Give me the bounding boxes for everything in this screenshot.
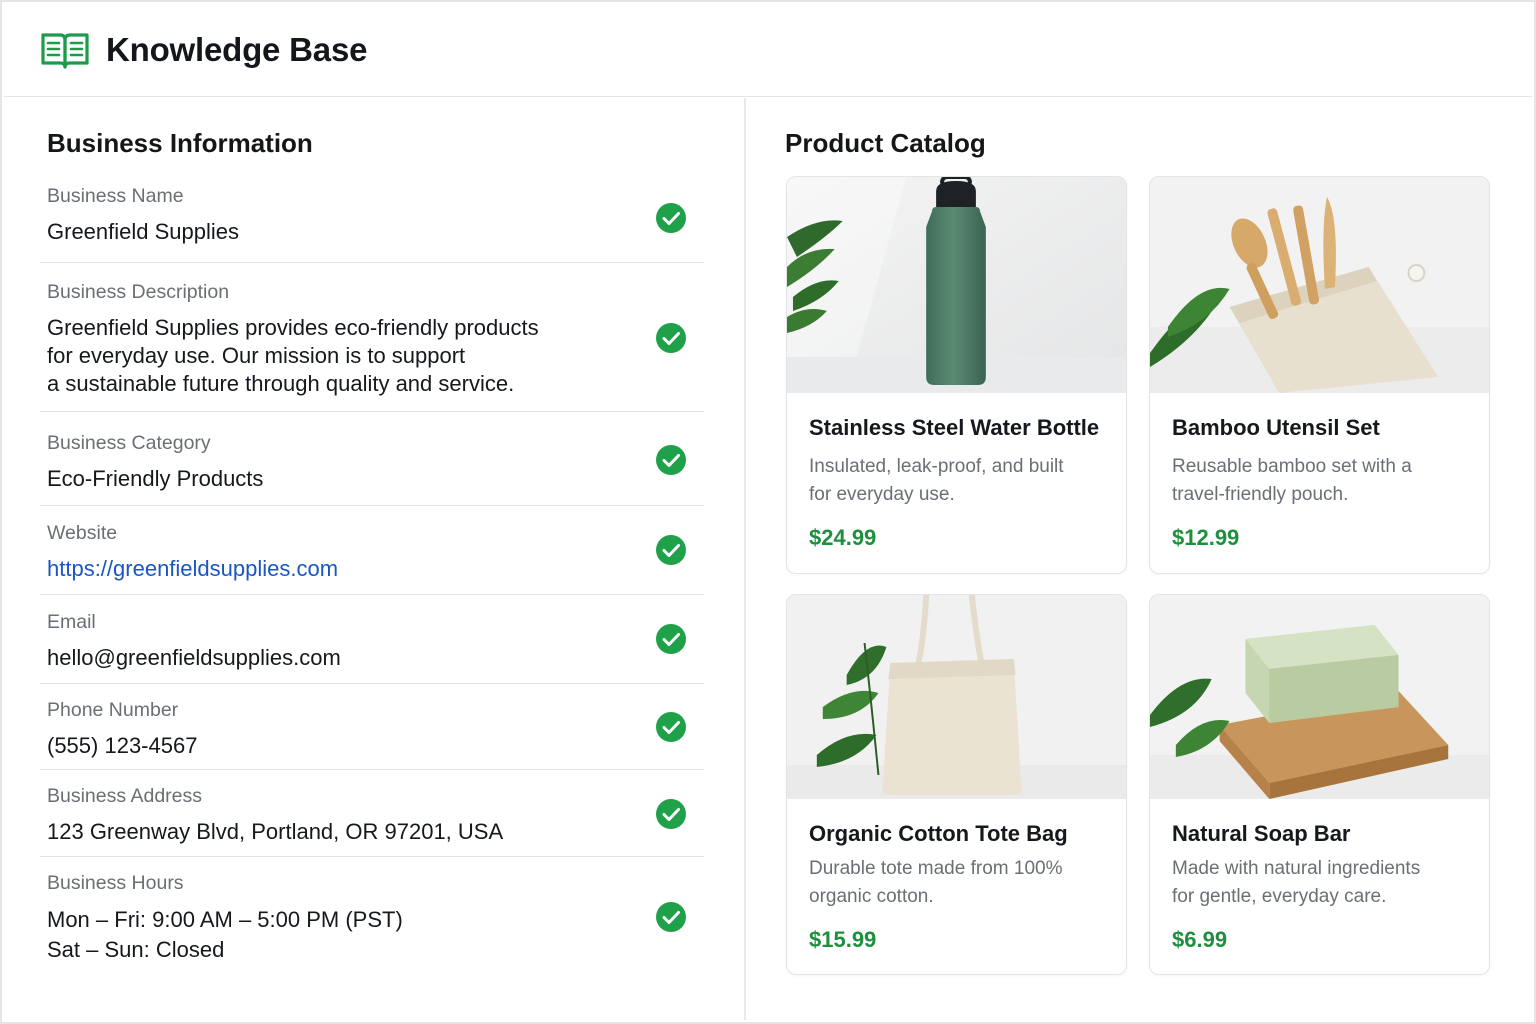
product-description: Insulated, leak-proof, and built for eve… [809,456,1064,505]
check-circle-icon [656,323,686,353]
product-description: Durable tote made from 100% organic cott… [809,858,1063,907]
field-value: 123 Greenway Blvd, Portland, OR 97201, U… [47,819,504,844]
book-icon [41,33,89,69]
website-link[interactable]: https://greenfieldsupplies.com [47,555,704,583]
product-catalog-panel: Product Catalog Stainless Steel Water Bo… [746,98,1532,1020]
check-circle-icon [656,535,686,565]
field-label: Business Description [47,281,230,303]
info-row-business-name[interactable]: Business Name Greenfield Supplies [40,176,704,263]
check-circle-icon [656,902,686,932]
product-description: Made with natural ingredients for gentle… [1172,858,1421,907]
field-label: Business Address [47,785,203,807]
soap-bar-image [1150,595,1489,799]
app-window: Knowledge Base Business Information Busi… [0,0,1536,1024]
info-row-business-description[interactable]: Business Description Greenfield Supplies… [40,263,704,412]
business-info-list: Business Name Greenfield Supplies Busine… [40,176,704,967]
field-value: Greenfield Supplies [47,219,240,244]
product-description: Reusable bamboo set with a travel-friend… [1172,456,1412,505]
product-card-water-bottle[interactable]: Stainless Steel Water Bottle Insulated, … [786,176,1127,574]
info-row-address[interactable]: Business Address 123 Greenway Blvd, Port… [40,770,704,857]
check-circle-icon [656,624,686,654]
product-card-tote-bag[interactable]: Organic Cotton Tote Bag Durable tote mad… [786,594,1127,975]
field-label: Business Name [47,185,184,207]
info-row-email[interactable]: Email hello@greenfieldsupplies.com [40,595,704,684]
business-info-panel: Business Information Business Name Green… [4,98,744,1020]
product-price: $6.99 [1172,927,1228,952]
field-label: Phone Number [47,699,179,721]
water-bottle-image [787,177,1126,393]
product-card-body: Stainless Steel Water Bottle Insulated, … [787,415,1126,551]
field-label: Email [47,611,96,633]
product-price: $12.99 [1172,525,1240,550]
product-price: $24.99 [809,525,877,550]
product-price: $15.99 [809,927,877,952]
product-name: Bamboo Utensil Set [1172,415,1380,440]
product-card-body: Organic Cotton Tote Bag Durable tote mad… [787,821,1126,953]
product-card-soap-bar[interactable]: Natural Soap Bar Made with natural ingre… [1149,594,1490,975]
field-label: Business Hours [47,872,184,894]
check-circle-icon [656,203,686,233]
field-value: hello@greenfieldsupplies.com [47,645,341,670]
check-circle-icon [656,445,686,475]
info-row-phone[interactable]: Phone Number (555) 123-4567 [40,684,704,770]
product-card-body: Bamboo Utensil Set Reusable bamboo set w… [1150,415,1489,551]
bamboo-utensils-image [1150,177,1489,393]
page-title: Knowledge Base [106,31,368,68]
info-row-business-category[interactable]: Business Category Eco-Friendly Products [40,412,704,506]
product-catalog-title: Product Catalog [785,128,986,158]
field-label: Website [47,522,118,544]
business-info-title: Business Information [47,128,313,158]
product-name: Natural Soap Bar [1172,821,1351,846]
field-value: Mon – Fri: 9:00 AM – 5:00 PM (PST) Sat –… [47,907,403,962]
field-label: Business Category [47,432,211,454]
product-name: Stainless Steel Water Bottle [809,415,1100,440]
tote-bag-image [787,595,1126,799]
field-value: Eco-Friendly Products [47,466,264,491]
info-row-hours[interactable]: Business Hours Mon – Fri: 9:00 AM – 5:00… [40,857,704,967]
check-circle-icon [656,712,686,742]
product-card-bamboo-utensils[interactable]: Bamboo Utensil Set Reusable bamboo set w… [1149,176,1490,574]
field-value: (555) 123-4567 [47,733,198,758]
product-name: Organic Cotton Tote Bag [809,821,1068,846]
info-row-website[interactable]: Website https://greenfieldsupplies.com [40,506,704,595]
app-header: Knowledge Base [4,4,1532,97]
check-circle-icon [656,799,686,829]
field-value: Greenfield Supplies provides eco-friendl… [47,315,539,396]
product-card-body: Natural Soap Bar Made with natural ingre… [1150,821,1489,953]
